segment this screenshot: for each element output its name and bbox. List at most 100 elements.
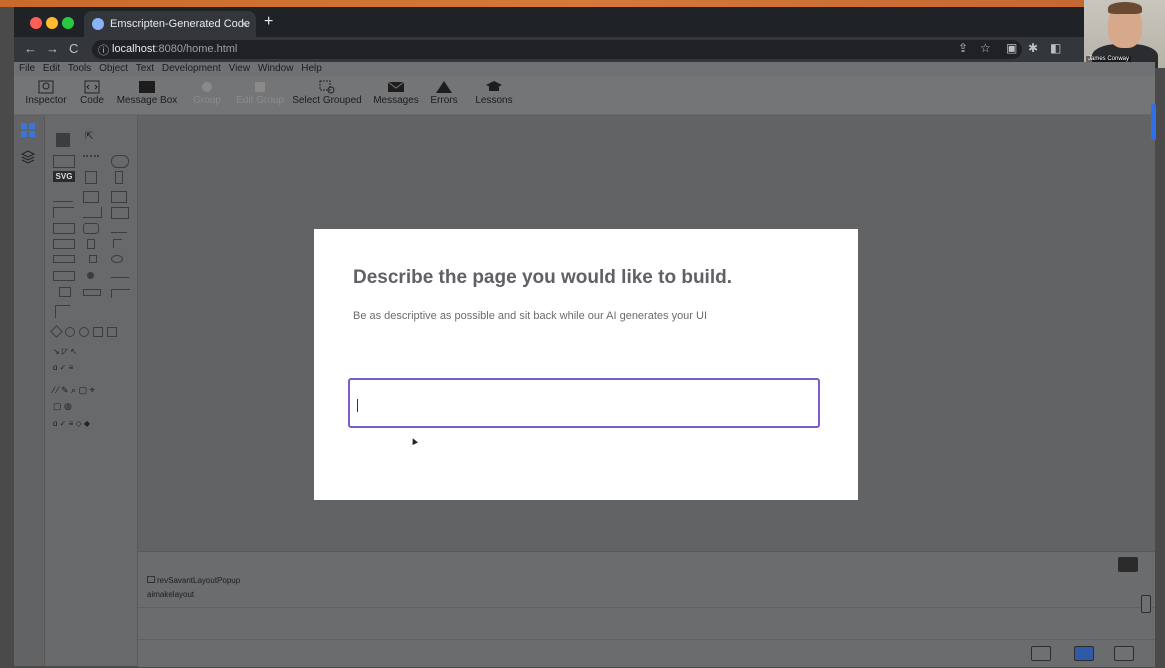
messages-label: Messages <box>373 95 419 106</box>
console-icon[interactable] <box>1074 646 1094 661</box>
menu-edit[interactable]: Edit <box>43 63 60 74</box>
page-description-input[interactable] <box>348 378 820 428</box>
code-label: Code <box>80 95 104 106</box>
forward-icon[interactable]: → <box>46 41 59 56</box>
bookmark-star-icon[interactable]: ☆ <box>980 41 991 55</box>
progress-widget-icon[interactable] <box>53 255 75 263</box>
line-tools-icon[interactable]: ↘ ◸ ↖ <box>53 347 77 356</box>
dialog-subtitle: Be as descriptive as possible and sit ba… <box>353 310 708 322</box>
toggle-widget-icon[interactable] <box>111 255 123 263</box>
menu-development[interactable]: Development <box>162 63 221 74</box>
app-toolbar: Inspector Code Message Box Group Edit Gr… <box>14 76 1155 115</box>
sidepanel-icon[interactable]: ◧ <box>1050 41 1061 55</box>
minimize-window-button[interactable] <box>46 17 58 29</box>
tree-widget-icon[interactable] <box>115 171 123 184</box>
diamond-shape-icon[interactable] <box>50 325 63 338</box>
menu-text[interactable]: Text <box>136 63 154 74</box>
oval-shape-icon[interactable] <box>79 327 89 337</box>
tag-widget-icon[interactable] <box>83 289 101 296</box>
spinner-widget-icon[interactable] <box>89 255 97 263</box>
errors-button[interactable]: Errors <box>428 80 460 106</box>
menu-file[interactable]: File <box>19 63 35 74</box>
lessons-button[interactable]: Lessons <box>472 80 516 106</box>
panel-row-popup[interactable]: revSavantLayoutPopup <box>147 576 240 585</box>
field2-widget-icon[interactable] <box>53 271 75 281</box>
zoom-window-button[interactable] <box>62 17 74 29</box>
menu-tools[interactable]: Tools <box>68 63 91 74</box>
fill-tools-icon[interactable]: ɑ ✓ ≡ ◇ ◆ <box>53 419 90 428</box>
paint-tools-icon[interactable]: ɑ ✓ ≡ <box>53 363 73 372</box>
tab-widget-icon[interactable] <box>53 239 75 249</box>
menu-view[interactable]: View <box>229 63 251 74</box>
edit-group-button[interactable]: Edit Group <box>234 80 286 106</box>
webcam-overlay: James Conway <box>1084 0 1165 68</box>
left-icon-strip <box>14 115 45 666</box>
inspector-button[interactable]: Inspector <box>24 80 68 106</box>
number-widget-icon[interactable] <box>111 155 129 168</box>
rect-shape-icon[interactable] <box>107 327 117 337</box>
edit-group-label: Edit Group <box>236 95 284 106</box>
panel-row-aimakelayout[interactable]: aimakelayout <box>147 590 194 599</box>
new-tab-button[interactable]: + <box>264 13 273 31</box>
dialog-title: Describe the page you would like to buil… <box>353 267 732 288</box>
combo-widget-icon[interactable] <box>83 223 99 234</box>
extension-icon[interactable]: ▣ <box>1006 41 1017 55</box>
message-box-button[interactable]: Message Box <box>115 80 179 106</box>
back-icon[interactable]: ← <box>24 41 37 56</box>
message-panel: revSavantLayoutPopup aimakelayout <box>138 551 1155 667</box>
terminal-icon[interactable] <box>1118 557 1138 572</box>
eraser-tools-icon[interactable]: ▢ ◍ <box>53 401 72 412</box>
group-box-widget-icon[interactable] <box>111 289 130 298</box>
reload-icon[interactable]: C <box>69 41 78 56</box>
site-info-icon[interactable]: ⓘ <box>98 42 109 58</box>
table-widget-icon[interactable] <box>111 207 129 219</box>
scroll-widget-icon[interactable] <box>87 239 95 249</box>
menu-window[interactable]: Window <box>258 63 294 74</box>
page-scroll-indicator[interactable] <box>1151 104 1156 140</box>
grid-icon[interactable] <box>21 123 35 137</box>
line-widget-icon[interactable] <box>53 193 73 202</box>
code-button[interactable]: Code <box>76 80 108 106</box>
layers-icon[interactable] <box>21 150 35 164</box>
pencil-tools-icon[interactable]: ⁄ ⁄ ✎ ⌕ ▢ ⌖ <box>53 385 95 396</box>
code-tag-icon[interactable] <box>1114 646 1134 661</box>
menu-object[interactable]: Object <box>99 63 128 74</box>
puzzle-icon[interactable]: ✱ <box>1028 41 1038 55</box>
divider-widget-icon[interactable] <box>111 223 127 233</box>
scrollbox-widget-icon[interactable] <box>55 305 70 318</box>
app-menubar: File Edit Tools Object Text Development … <box>14 62 1155 76</box>
menu-help[interactable]: Help <box>301 63 322 74</box>
messages-button[interactable]: Messages <box>372 80 420 106</box>
label-widget-icon[interactable] <box>83 191 99 203</box>
grid-widget-icon[interactable] <box>83 207 102 218</box>
hrule-widget-icon[interactable] <box>111 277 129 279</box>
square-shape-icon[interactable] <box>93 327 103 337</box>
datagrid-widget-icon[interactable] <box>53 223 75 234</box>
button-widget-icon[interactable] <box>53 155 75 168</box>
circle-shape-icon[interactable] <box>65 327 75 337</box>
field-widget-icon[interactable] <box>85 171 97 184</box>
frame-widget-icon[interactable] <box>53 207 74 218</box>
close-tab-icon[interactable]: × <box>240 16 248 31</box>
panel-divider <box>138 639 1155 640</box>
list-widget-icon[interactable] <box>83 155 99 168</box>
image-widget-icon[interactable] <box>111 191 127 203</box>
address-bar[interactable]: ⓘ localhost:8080/home.html <box>92 40 1022 59</box>
globe-icon <box>92 18 104 30</box>
small-widget-icon[interactable] <box>59 287 71 297</box>
flag-widget-icon[interactable] <box>113 239 122 248</box>
radio-widget-icon[interactable] <box>87 272 94 279</box>
scroll-arrows-icon[interactable] <box>1141 595 1151 613</box>
svg-widget-icon[interactable]: SVG <box>53 171 75 182</box>
select-grouped-button[interactable]: Select Grouped <box>292 80 362 106</box>
text-caret <box>357 399 358 412</box>
pointer-tool-icon[interactable]: ⇱ <box>85 131 93 142</box>
close-window-button[interactable] <box>30 17 42 29</box>
share-icon[interactable]: ⇪ <box>958 41 968 55</box>
url-text: localhost:8080/home.html <box>112 43 238 55</box>
browse-tool-icon[interactable] <box>56 133 70 147</box>
group-button[interactable]: Group <box>190 80 224 106</box>
calendar-icon[interactable] <box>1031 646 1051 661</box>
group-icon <box>202 82 212 92</box>
browser-tab[interactable]: Emscripten-Generated Code × <box>84 11 256 37</box>
